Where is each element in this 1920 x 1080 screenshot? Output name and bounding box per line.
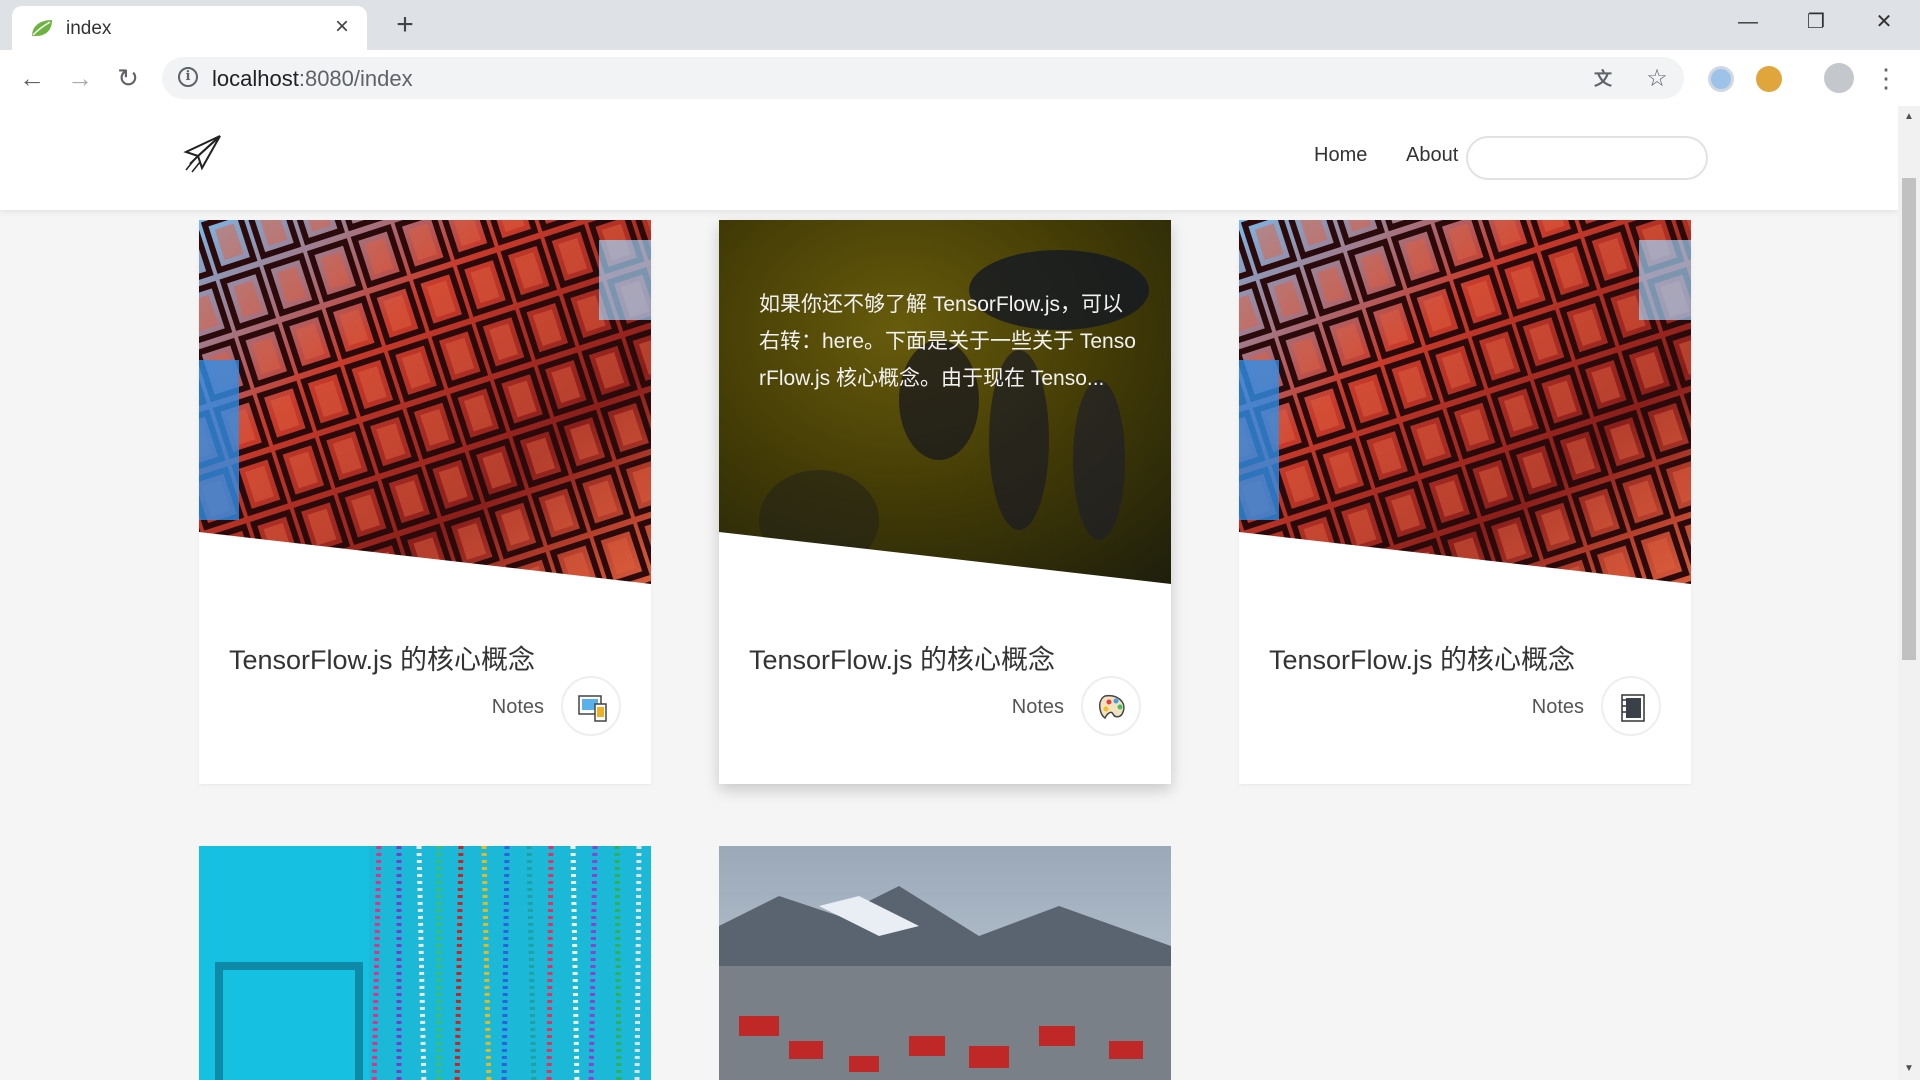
cookie-icon[interactable] xyxy=(1756,66,1782,92)
back-button[interactable]: ← xyxy=(14,60,50,96)
paper-plane-logo-icon[interactable] xyxy=(182,134,222,174)
info-icon[interactable]: i xyxy=(178,67,198,87)
scroll-down-arrow-icon[interactable]: ▼ xyxy=(1903,1063,1915,1075)
post-card[interactable]: TensorFlow.js 的核心概念 Notes xyxy=(199,220,651,784)
card-tag[interactable]: Notes xyxy=(492,696,544,719)
tab-strip: index × + — ❐ ✕ xyxy=(0,0,1920,50)
forward-button[interactable]: → xyxy=(62,60,98,96)
devices-icon xyxy=(578,695,607,722)
card-tag[interactable]: Notes xyxy=(1012,696,1064,719)
card-category-badge[interactable] xyxy=(561,676,621,736)
extension-icon[interactable] xyxy=(1708,66,1734,92)
post-card[interactable] xyxy=(719,846,1171,1080)
translate-icon[interactable]: 文 xyxy=(1590,66,1616,92)
card-title[interactable]: TensorFlow.js 的核心概念 xyxy=(1269,638,1575,677)
browser-chrome: index × + — ❐ ✕ ← → ↻ i localhost:8080/i… xyxy=(0,0,1920,107)
search-input[interactable] xyxy=(1466,136,1708,180)
tab-title: index xyxy=(66,18,112,39)
close-window-button[interactable]: ✕ xyxy=(1850,0,1918,44)
card-tag[interactable]: Notes xyxy=(1532,696,1584,719)
restore-button[interactable]: ❐ xyxy=(1782,0,1850,44)
card-image[interactable] xyxy=(719,846,1171,1080)
minimize-button[interactable]: — xyxy=(1714,0,1782,44)
address-bar[interactable]: i localhost:8080/index 文 ☆ xyxy=(162,57,1684,99)
browser-tab[interactable]: index × xyxy=(12,6,367,50)
star-icon[interactable]: ☆ xyxy=(1644,66,1670,92)
scrollbar-thumb[interactable] xyxy=(1902,178,1916,660)
card-title[interactable]: TensorFlow.js 的核心概念 xyxy=(749,638,1055,677)
url-text[interactable]: localhost:8080/index xyxy=(212,66,413,92)
notebook-icon xyxy=(1621,694,1645,722)
card-excerpt: 如果你还不够了解 TensorFlow.js，可以右转：here。下面是关于一些… xyxy=(759,293,1136,390)
page-viewport: Home About TensorFlow.js 的核心概念 Notes 如果你… xyxy=(0,106,1898,1080)
browser-menu-icon[interactable]: ⋮ xyxy=(1873,60,1899,96)
nav-about-link[interactable]: About xyxy=(1406,144,1458,167)
card-image[interactable] xyxy=(199,846,651,1080)
card-image[interactable] xyxy=(1239,220,1691,584)
post-card[interactable]: TensorFlow.js 的核心概念 Notes xyxy=(1239,220,1691,784)
close-tab-icon[interactable]: × xyxy=(329,14,355,40)
card-image[interactable] xyxy=(719,220,1171,584)
post-card[interactable]: 如果你还不够了解 TensorFlow.js，可以右转：here。下面是关于一些… xyxy=(719,220,1171,784)
post-card[interactable] xyxy=(199,846,651,1080)
card-category-badge[interactable] xyxy=(1601,676,1661,736)
card-image[interactable] xyxy=(199,220,651,584)
site-header: Home About xyxy=(0,106,1898,210)
new-tab-button[interactable]: + xyxy=(390,10,420,40)
profile-avatar[interactable] xyxy=(1824,63,1854,93)
spring-leaf-icon xyxy=(32,20,52,36)
nav-home-link[interactable]: Home xyxy=(1314,144,1367,167)
palette-icon xyxy=(1099,694,1125,720)
page-scrollbar[interactable]: ▲ ▼ xyxy=(1898,106,1920,1080)
card-category-badge[interactable] xyxy=(1081,676,1141,736)
card-title[interactable]: TensorFlow.js 的核心概念 xyxy=(229,638,535,677)
browser-toolbar: ← → ↻ i localhost:8080/index 文 ☆ ⋮ xyxy=(0,50,1920,107)
scroll-up-arrow-icon[interactable]: ▲ xyxy=(1903,111,1915,123)
reload-button[interactable]: ↻ xyxy=(110,60,146,96)
